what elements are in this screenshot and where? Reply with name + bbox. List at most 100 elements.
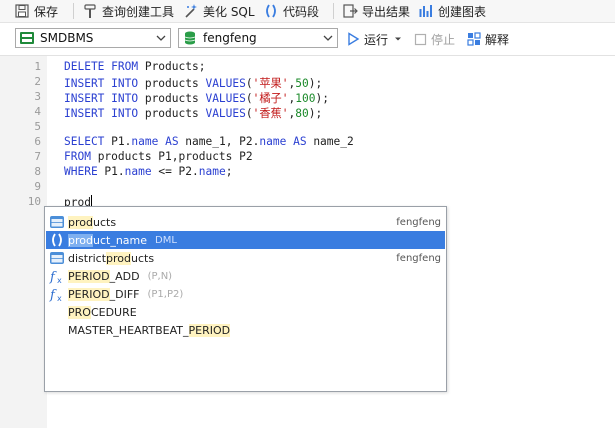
sql-keyword: FROM xyxy=(64,150,91,163)
code-snippet-button[interactable]: 代码段 xyxy=(263,2,319,20)
sql-keyword: SELECT xyxy=(64,135,105,148)
sql-keyword: WHERE xyxy=(64,165,98,178)
run-label: 运行 xyxy=(364,32,389,47)
item-text: district xyxy=(68,251,107,265)
connection-toolbar: SMDBMS fengfeng 运行 停止 解释 xyxy=(0,23,615,56)
query-builder-label: 查询创建工具 xyxy=(102,4,175,19)
sql-keyword: name xyxy=(124,165,152,178)
beautify-sql-button[interactable]: 美化 SQL xyxy=(183,2,255,20)
function-icon: fx xyxy=(48,267,66,285)
code-line: WHERE P1.name <= P2.name; xyxy=(64,165,232,178)
stop-label: 停止 xyxy=(431,32,456,47)
autocomplete-item-label: products xyxy=(68,215,116,229)
autocomplete-item-label: MASTER_HEARTBEAT_PERIOD xyxy=(68,323,231,337)
sql-keyword: VALUES xyxy=(205,77,246,90)
sql-keyword: INSERT INTO xyxy=(64,77,139,90)
line-number: 10 xyxy=(27,195,41,208)
autocomplete-item[interactable]: PROCEDURE xyxy=(46,303,445,321)
code-snippet-label: 代码段 xyxy=(283,4,320,19)
sql-keyword: name xyxy=(131,135,159,148)
sql-keyword: AS xyxy=(293,135,307,148)
autocomplete-item-label: product_name xyxy=(68,233,148,247)
autocomplete-item[interactable]: f x PERIOD_DIFF (P1,P2) xyxy=(46,285,445,303)
match-highlight: PRO xyxy=(68,305,91,319)
caret-down-icon[interactable] xyxy=(394,35,402,43)
server-icon xyxy=(20,32,34,44)
blank-icon xyxy=(48,321,66,339)
code-line: INSERT INTO products VALUES('香蕉',80); xyxy=(64,105,322,121)
autocomplete-item[interactable]: MASTER_HEARTBEAT_PERIOD xyxy=(46,321,445,339)
autocomplete-item[interactable]: districtproducts fengfeng xyxy=(46,249,445,267)
export-results-button[interactable]: 导出结果 xyxy=(342,2,410,20)
code-line: DELETE FROM Products; xyxy=(64,60,205,73)
toolbar-divider xyxy=(73,3,74,19)
line-number: 6 xyxy=(34,135,41,148)
sql-keyword: name xyxy=(259,135,287,148)
chevron-down-icon xyxy=(156,35,166,41)
autocomplete-item-owner: fengfeng xyxy=(396,252,441,264)
item-text: uct_name xyxy=(92,233,148,247)
explain-label: 解释 xyxy=(485,32,510,47)
query-builder-button[interactable]: 查询创建工具 xyxy=(82,2,174,20)
sql-string: '橘子' xyxy=(252,92,289,105)
sql-keyword: INSERT INTO xyxy=(64,92,139,105)
autocomplete-item-owner: fengfeng xyxy=(396,216,441,228)
sql-text: products xyxy=(138,77,206,90)
autocomplete-item-label: PERIOD_DIFF xyxy=(68,287,140,301)
database-select[interactable]: fengfeng xyxy=(178,28,338,48)
autocomplete-item[interactable]: f x PERIOD_ADD (P,N) xyxy=(46,267,445,285)
bar-chart-icon xyxy=(419,5,432,17)
sql-text: ); xyxy=(308,77,323,90)
sql-keyword: INSERT INTO xyxy=(64,107,139,120)
autocomplete-item-detail: (P,N) xyxy=(147,270,173,282)
sql-text: name_2 xyxy=(306,135,354,148)
database-name: fengfeng xyxy=(203,31,257,45)
explain-button[interactable]: 解释 xyxy=(467,31,509,47)
sql-text: products xyxy=(138,107,206,120)
table-icon xyxy=(48,213,66,231)
item-text: _DIFF xyxy=(109,287,140,301)
svg-text:x: x xyxy=(57,294,62,302)
connection-select[interactable]: SMDBMS xyxy=(15,28,171,48)
create-chart-button[interactable]: 创建图表 xyxy=(418,2,486,20)
run-button[interactable]: 运行 xyxy=(346,31,402,47)
line-number: 4 xyxy=(34,105,41,118)
sql-keyword: VALUES xyxy=(205,107,246,120)
svg-text:x: x xyxy=(57,276,62,284)
sql-text: Products; xyxy=(138,60,206,73)
sql-text: products xyxy=(138,92,206,105)
sql-keyword: DELETE FROM xyxy=(64,60,139,73)
save-icon xyxy=(15,4,29,18)
match-highlight: PERIOD xyxy=(68,287,110,301)
svg-text:f: f xyxy=(49,270,57,284)
sql-text: ( xyxy=(245,92,253,105)
code-line: INSERT INTO products VALUES('橘子',100); xyxy=(64,90,329,106)
autocomplete-item-label: PROCEDURE xyxy=(68,305,137,319)
sql-text: ; xyxy=(225,165,233,178)
beautify-sql-label: 美化 SQL xyxy=(203,4,255,19)
chevron-down-icon xyxy=(323,35,333,41)
sql-string: '苹果' xyxy=(252,77,289,90)
snippet-icon xyxy=(48,231,66,249)
line-number: 3 xyxy=(34,90,41,103)
export-results-label: 导出结果 xyxy=(362,4,411,19)
line-number-gutter: 1 2 3 4 5 6 7 8 9 10 xyxy=(0,56,47,428)
sql-text: ); xyxy=(315,92,329,105)
sql-text: P1. xyxy=(104,135,132,148)
autocomplete-item[interactable]: products fengfeng xyxy=(46,213,445,231)
hammer-icon xyxy=(84,4,96,18)
stop-icon xyxy=(414,33,427,45)
create-chart-label: 创建图表 xyxy=(438,4,487,19)
sql-text: ); xyxy=(308,107,323,120)
line-number: 8 xyxy=(34,165,41,178)
save-button[interactable]: 保存 xyxy=(14,2,58,20)
item-text: MASTER_HEARTBEAT_ xyxy=(68,323,189,337)
autocomplete-item-detail: DML xyxy=(155,234,177,246)
stop-button[interactable]: 停止 xyxy=(414,31,455,47)
autocomplete-item[interactable]: product_name DML xyxy=(46,231,445,249)
line-number: 1 xyxy=(34,60,41,73)
sql-keyword: name xyxy=(198,165,226,178)
match-highlight: prod xyxy=(106,251,132,265)
code-line: FROM products P1,products P2 xyxy=(64,150,253,163)
sql-keyword: VALUES xyxy=(205,92,246,105)
